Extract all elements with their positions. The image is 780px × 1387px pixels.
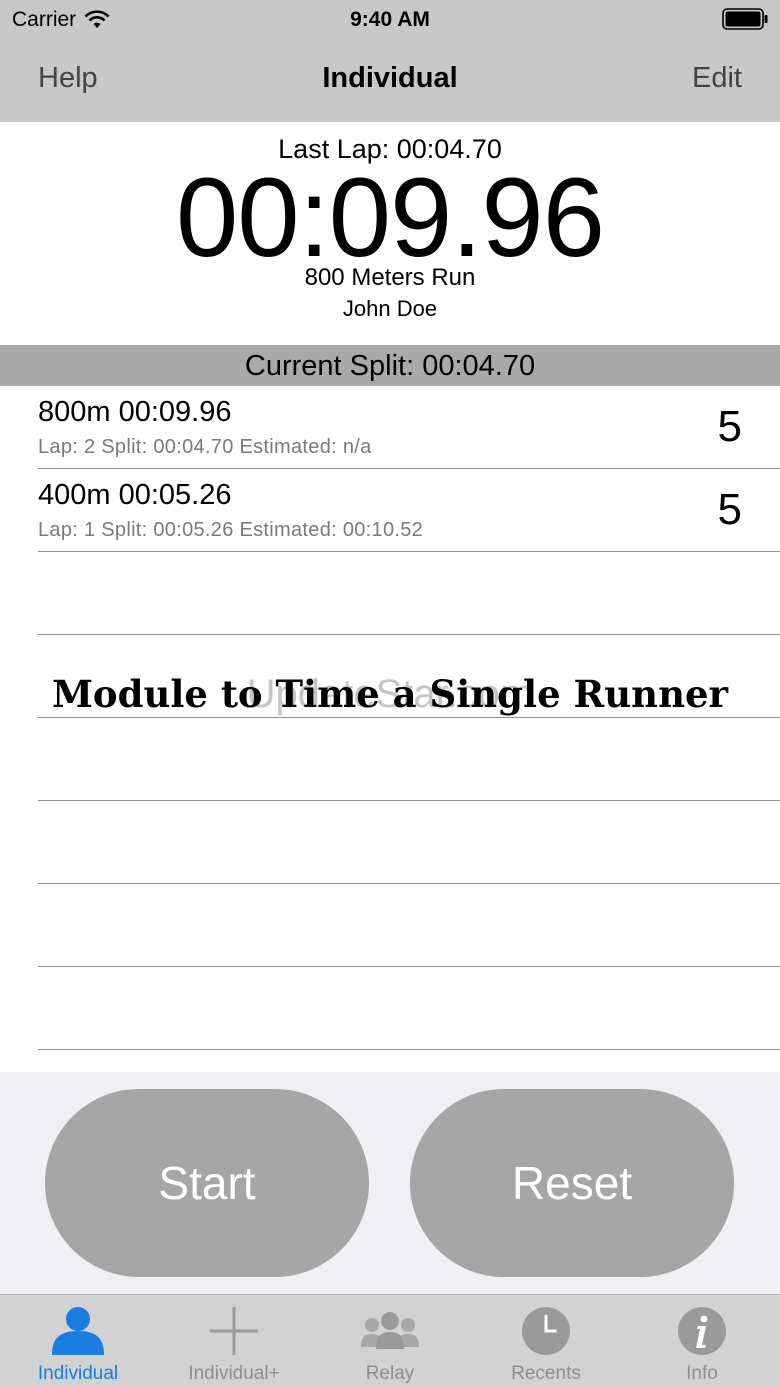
event-name: 800 Meters Run — [304, 264, 476, 291]
control-area: Start Reset — [0, 1072, 780, 1294]
lap-count: 5 — [717, 485, 742, 534]
empty-row — [0, 801, 780, 884]
empty-row — [0, 635, 780, 718]
lap-detail-text: Lap: 2 Split: 00:04.70 Estimated: n/a — [38, 436, 372, 458]
battery-icon — [722, 8, 768, 30]
info-icon — [678, 1307, 726, 1355]
page-title: Individual — [322, 62, 458, 94]
navigation-bar: Help Individual Edit — [0, 40, 780, 122]
carrier-indicator: Carrier — [12, 8, 110, 32]
plus-icon — [210, 1307, 258, 1355]
tab-label: Individual+ — [188, 1363, 280, 1384]
status-time: 9:40 AM — [350, 8, 430, 31]
lap-detail-text: Lap: 1 Split: 00:05.26 Estimated: 00:10.… — [38, 519, 424, 541]
edit-button[interactable]: Edit — [692, 62, 742, 95]
empty-row — [0, 884, 780, 967]
tab-label: Info — [686, 1363, 718, 1384]
empty-row — [0, 967, 780, 1050]
lap-count: 5 — [717, 402, 742, 451]
elapsed-time: 00:09.96 — [176, 155, 605, 280]
group-icon — [361, 1312, 419, 1349]
tab-individual-plus[interactable]: Individual+ — [156, 1295, 312, 1387]
clock-icon — [522, 1307, 570, 1355]
help-button[interactable]: Help — [38, 62, 98, 95]
reset-button[interactable]: Reset — [410, 1089, 734, 1277]
empty-row — [0, 718, 780, 801]
start-button[interactable]: Start — [45, 1089, 369, 1277]
tab-relay[interactable]: Relay — [312, 1295, 468, 1387]
tab-info[interactable]: Info — [624, 1295, 780, 1387]
wifi-icon — [84, 10, 110, 28]
list-item[interactable]: 400m 00:05.26 Lap: 1 Split: 00:05.26 Est… — [0, 469, 780, 552]
lap-main-text: 400m 00:05.26 — [38, 479, 232, 511]
lap-list[interactable]: 800m 00:09.96 Lap: 2 Split: 00:04.70 Est… — [0, 386, 780, 1072]
empty-row — [0, 552, 780, 635]
lap-main-text: 800m 00:09.96 — [38, 396, 232, 428]
top-bar: Carrier 9:40 AM Help Individual Edit — [0, 0, 780, 122]
tab-individual[interactable]: Individual — [0, 1295, 156, 1387]
tab-label: Individual — [37, 1363, 119, 1384]
tab-label: Recents — [511, 1363, 581, 1384]
list-item[interactable]: 800m 00:09.96 Lap: 2 Split: 00:04.70 Est… — [0, 386, 780, 469]
runner-name: John Doe — [342, 296, 438, 321]
carrier-label: Carrier — [12, 8, 77, 31]
tab-recents[interactable]: Recents — [468, 1295, 624, 1387]
tab-bar: Individual Individual+ Relay Recents Inf… — [0, 1294, 780, 1387]
timer-display: Last Lap: 00:04.70 00:09.96 800 Meters R… — [0, 122, 780, 345]
current-split-bar: Current Split: 00:04.70 — [0, 345, 780, 386]
person-icon — [52, 1307, 104, 1355]
tab-label: Relay — [365, 1363, 415, 1384]
row-divider — [38, 1049, 780, 1050]
status-bar: Carrier 9:40 AM — [0, 0, 780, 40]
